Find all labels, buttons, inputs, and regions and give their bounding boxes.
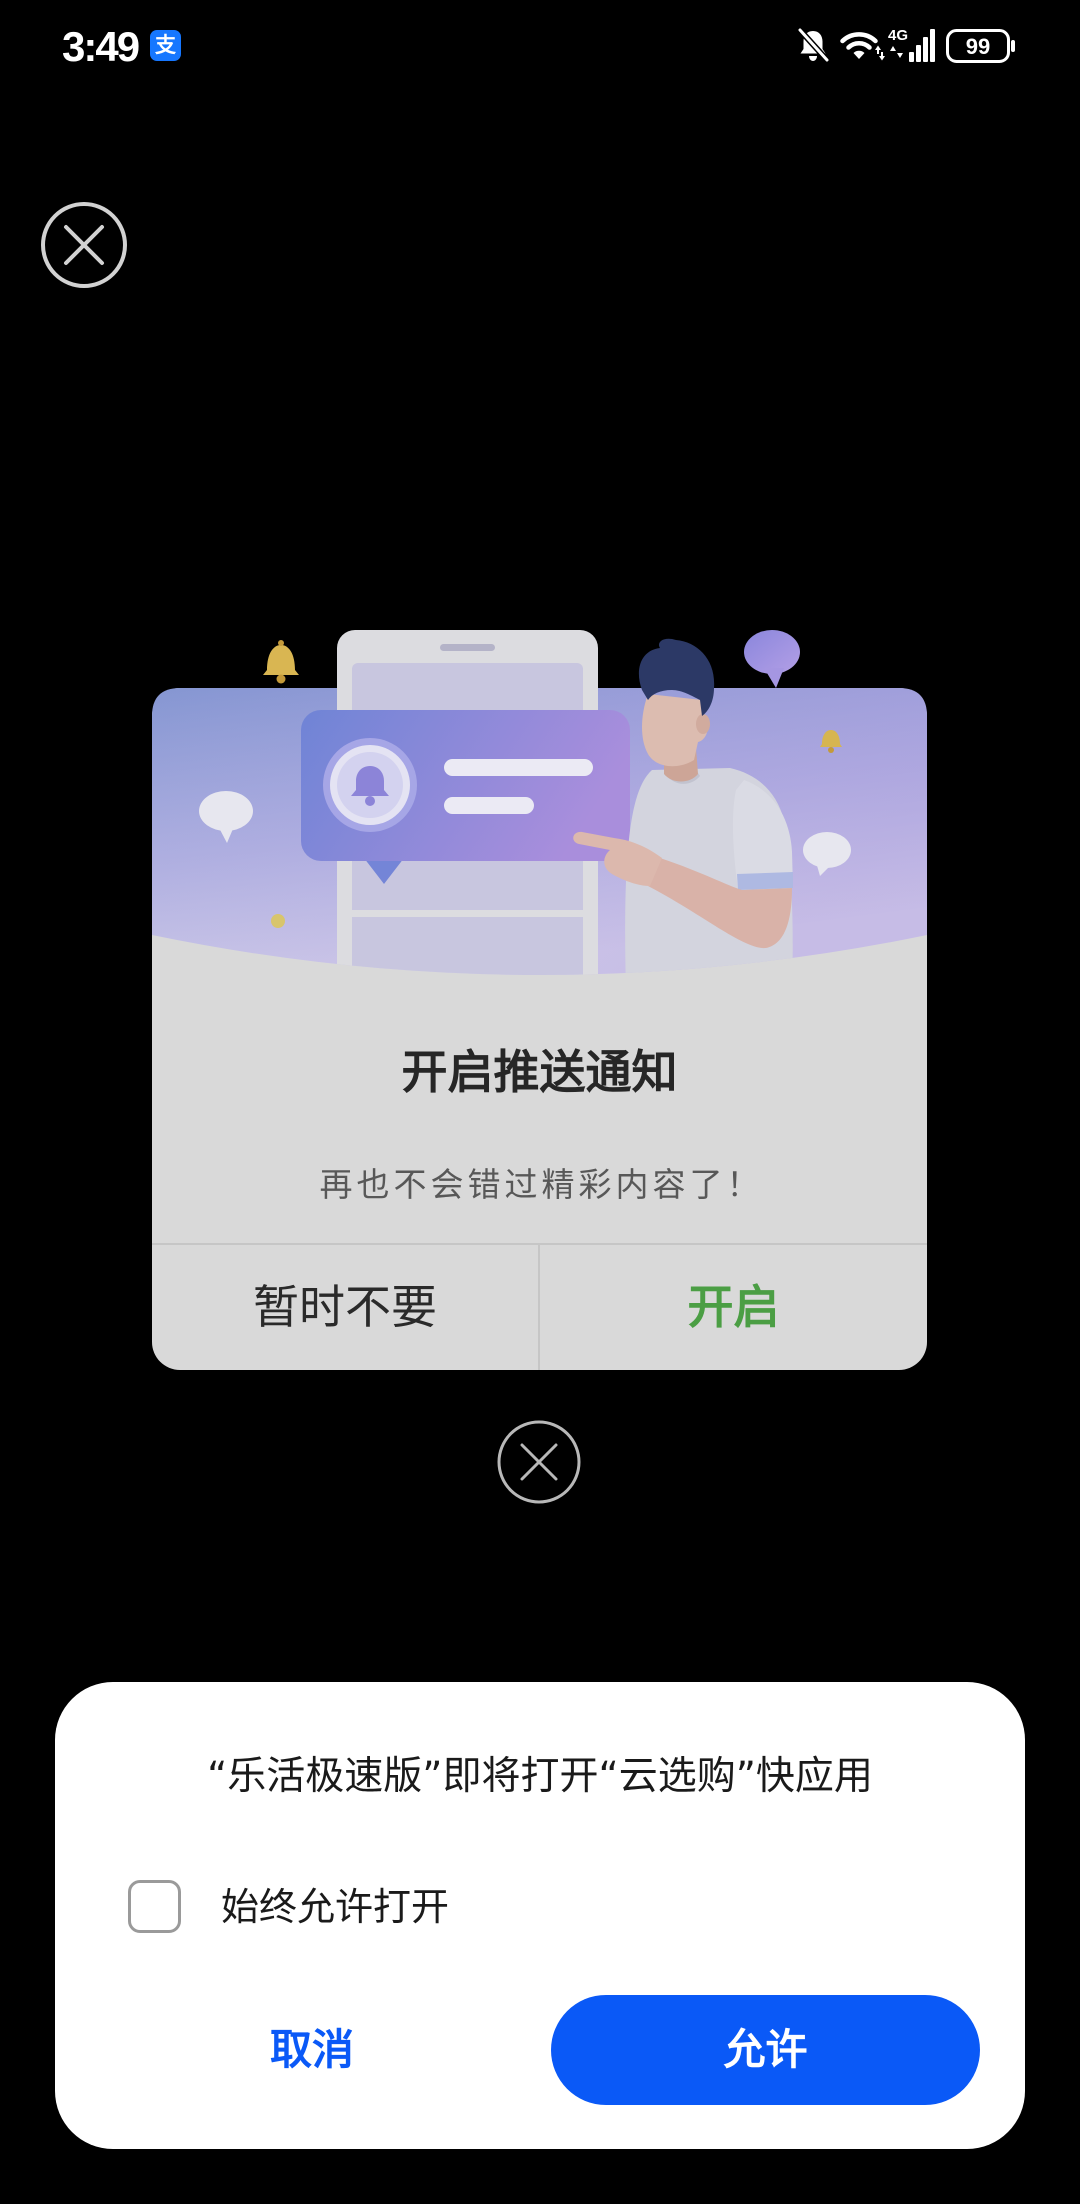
status-time: 3:49 xyxy=(62,23,140,70)
cellular-signal-icon: 4G xyxy=(888,27,935,62)
enable-button[interactable]: 开启 xyxy=(540,1245,927,1370)
bell-off-icon xyxy=(797,27,830,63)
close-popup-button[interactable] xyxy=(495,1418,583,1506)
network-type-label: 4G xyxy=(888,27,908,44)
close-icon xyxy=(497,1420,581,1504)
purple-speech-bubble-icon xyxy=(744,630,800,688)
battery-level: 99 xyxy=(966,34,990,59)
not-now-button[interactable]: 暂时不要 xyxy=(152,1245,538,1370)
close-icon xyxy=(41,202,127,288)
dialog-message: “乐活极速版”即将打开“云选购”快应用 xyxy=(207,1754,873,1799)
quick-app-open-dialog: “乐活极速版”即将打开“云选购”快应用 始终允许打开 取消 允许 xyxy=(55,1682,1025,2149)
always-allow-checkbox[interactable] xyxy=(128,1880,181,1933)
wifi-icon xyxy=(840,32,885,61)
allow-button[interactable]: 允许 xyxy=(551,1995,980,2105)
close-overlay-button[interactable] xyxy=(38,199,130,291)
push-permission-popup: 开启推送通知 再也不会错过精彩内容了！ 暂时不要 开启 xyxy=(152,688,927,1370)
popup-subtitle: 再也不会错过精彩内容了！ xyxy=(319,1165,764,1204)
popup-title: 开启推送通知 xyxy=(401,1045,678,1099)
gold-bell-icon xyxy=(263,640,299,684)
always-allow-label[interactable]: 始终允许打开 xyxy=(221,1885,449,1929)
cancel-button[interactable]: 取消 xyxy=(95,1995,529,2105)
battery-icon: 99 xyxy=(946,29,1015,63)
app-notification-icon: 支 xyxy=(150,30,181,61)
